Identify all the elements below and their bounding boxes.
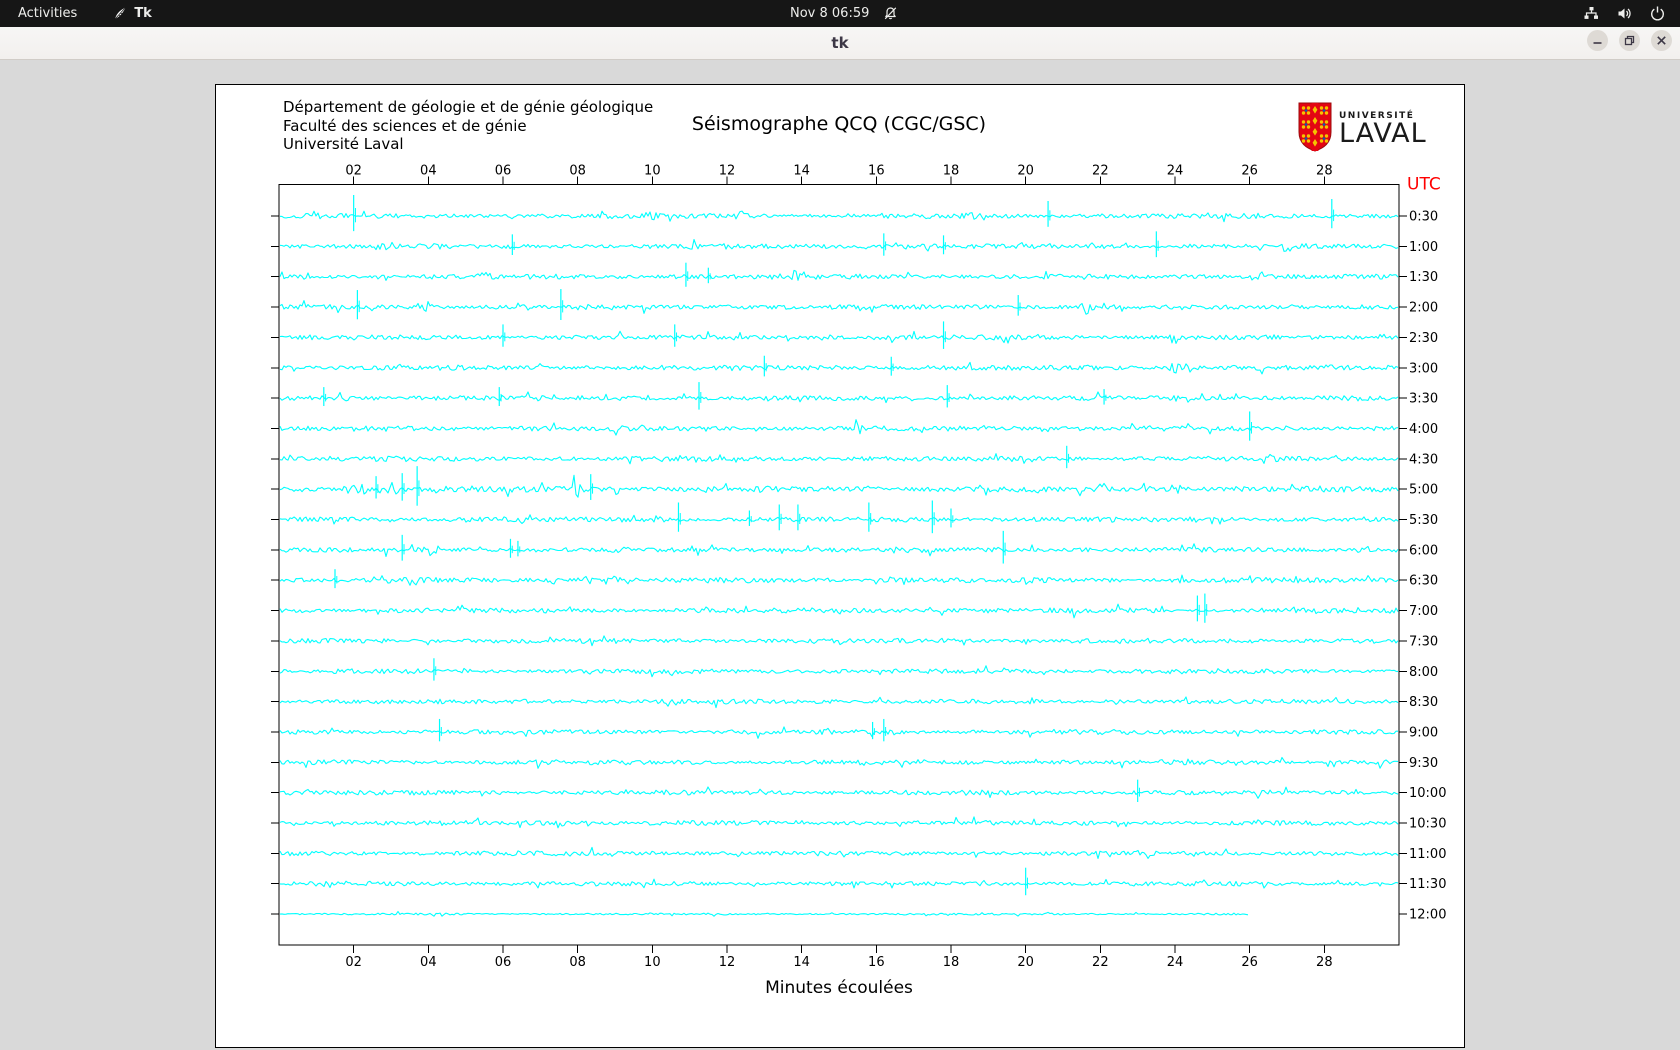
svg-text:10: 10 — [644, 164, 661, 179]
svg-text:28: 28 — [1316, 955, 1333, 970]
svg-text:02: 02 — [345, 955, 362, 970]
svg-text:18: 18 — [943, 164, 960, 179]
svg-text:12:00: 12:00 — [1409, 908, 1446, 923]
svg-text:10:30: 10:30 — [1409, 817, 1446, 832]
svg-text:2:30: 2:30 — [1409, 331, 1438, 346]
svg-text:06: 06 — [495, 164, 512, 179]
svg-text:24: 24 — [1167, 164, 1184, 179]
svg-text:4:30: 4:30 — [1409, 452, 1438, 467]
svg-text:12: 12 — [719, 164, 736, 179]
svg-text:3:00: 3:00 — [1409, 361, 1438, 376]
svg-text:4:00: 4:00 — [1409, 422, 1438, 437]
svg-text:8:30: 8:30 — [1409, 695, 1438, 710]
svg-text:9:00: 9:00 — [1409, 725, 1438, 740]
svg-text:04: 04 — [420, 955, 437, 970]
system-tray — [1583, 0, 1666, 27]
seismograph-canvas: Département de géologie et de génie géol… — [215, 84, 1465, 1048]
window-title: tk — [831, 34, 849, 52]
minimize-button[interactable] — [1587, 30, 1608, 51]
svg-text:UTC: UTC — [1407, 175, 1441, 195]
svg-text:12: 12 — [719, 955, 736, 970]
top-bar-left: Activities Tk — [0, 0, 152, 27]
svg-text:26: 26 — [1241, 164, 1258, 179]
tk-window-body: Département de géologie et de génie géol… — [0, 61, 1680, 1050]
svg-text:16: 16 — [868, 164, 885, 179]
svg-text:26: 26 — [1241, 955, 1258, 970]
svg-text:1:00: 1:00 — [1409, 240, 1438, 255]
svg-text:18: 18 — [943, 955, 960, 970]
svg-text:7:30: 7:30 — [1409, 634, 1438, 649]
notifications-muted-icon — [883, 6, 898, 21]
window-title-bar[interactable]: tk — [0, 27, 1680, 60]
svg-text:11:00: 11:00 — [1409, 847, 1446, 862]
svg-text:1:30: 1:30 — [1409, 270, 1438, 285]
seismograph-plot: 02 02 04 04 06 06 08 08 10 10 12 12 14 14 16 16 18 18 20 20… — [271, 164, 1446, 970]
svg-text:7:00: 7:00 — [1409, 604, 1438, 619]
svg-text:0:30: 0:30 — [1409, 210, 1438, 225]
svg-text:20: 20 — [1017, 955, 1034, 970]
tk-feather-icon — [113, 6, 128, 21]
volume-icon[interactable] — [1616, 5, 1633, 22]
window-controls — [1587, 30, 1672, 51]
svg-text:22: 22 — [1092, 164, 1109, 179]
svg-text:10:00: 10:00 — [1409, 786, 1446, 801]
power-icon[interactable] — [1649, 5, 1666, 22]
svg-text:28: 28 — [1316, 164, 1333, 179]
clock-label[interactable]: Nov 8 06:59 — [790, 6, 869, 21]
svg-text:06: 06 — [495, 955, 512, 970]
svg-text:2:00: 2:00 — [1409, 301, 1438, 316]
svg-text:14: 14 — [793, 955, 810, 970]
svg-text:24: 24 — [1167, 955, 1184, 970]
svg-text:3:30: 3:30 — [1409, 392, 1438, 407]
svg-text:9:30: 9:30 — [1409, 756, 1438, 771]
svg-text:11:30: 11:30 — [1409, 877, 1446, 892]
svg-text:14: 14 — [793, 164, 810, 179]
restore-button[interactable] — [1619, 30, 1640, 51]
svg-text:20: 20 — [1017, 164, 1034, 179]
network-wired-icon[interactable] — [1583, 5, 1600, 22]
svg-text:6:30: 6:30 — [1409, 574, 1438, 589]
svg-text:16: 16 — [868, 955, 885, 970]
activities-button[interactable]: Activities — [0, 0, 95, 27]
gnome-top-bar: Activities Tk Nov 8 06:59 — [0, 0, 1680, 27]
svg-text:08: 08 — [569, 164, 586, 179]
app-menu[interactable]: Tk — [113, 6, 152, 21]
svg-text:04: 04 — [420, 164, 437, 179]
svg-text:08: 08 — [569, 955, 586, 970]
svg-text:22: 22 — [1092, 955, 1109, 970]
svg-text:8:00: 8:00 — [1409, 665, 1438, 680]
svg-text:5:00: 5:00 — [1409, 483, 1438, 498]
svg-text:6:00: 6:00 — [1409, 543, 1438, 558]
svg-text:10: 10 — [644, 955, 661, 970]
app-menu-label: Tk — [134, 6, 152, 21]
close-button[interactable] — [1651, 30, 1672, 51]
svg-text:02: 02 — [345, 164, 362, 179]
x-axis-label: Minutes écoulées — [765, 978, 913, 998]
svg-text:5:30: 5:30 — [1409, 513, 1438, 528]
top-bar-center: Nov 8 06:59 — [790, 0, 898, 27]
